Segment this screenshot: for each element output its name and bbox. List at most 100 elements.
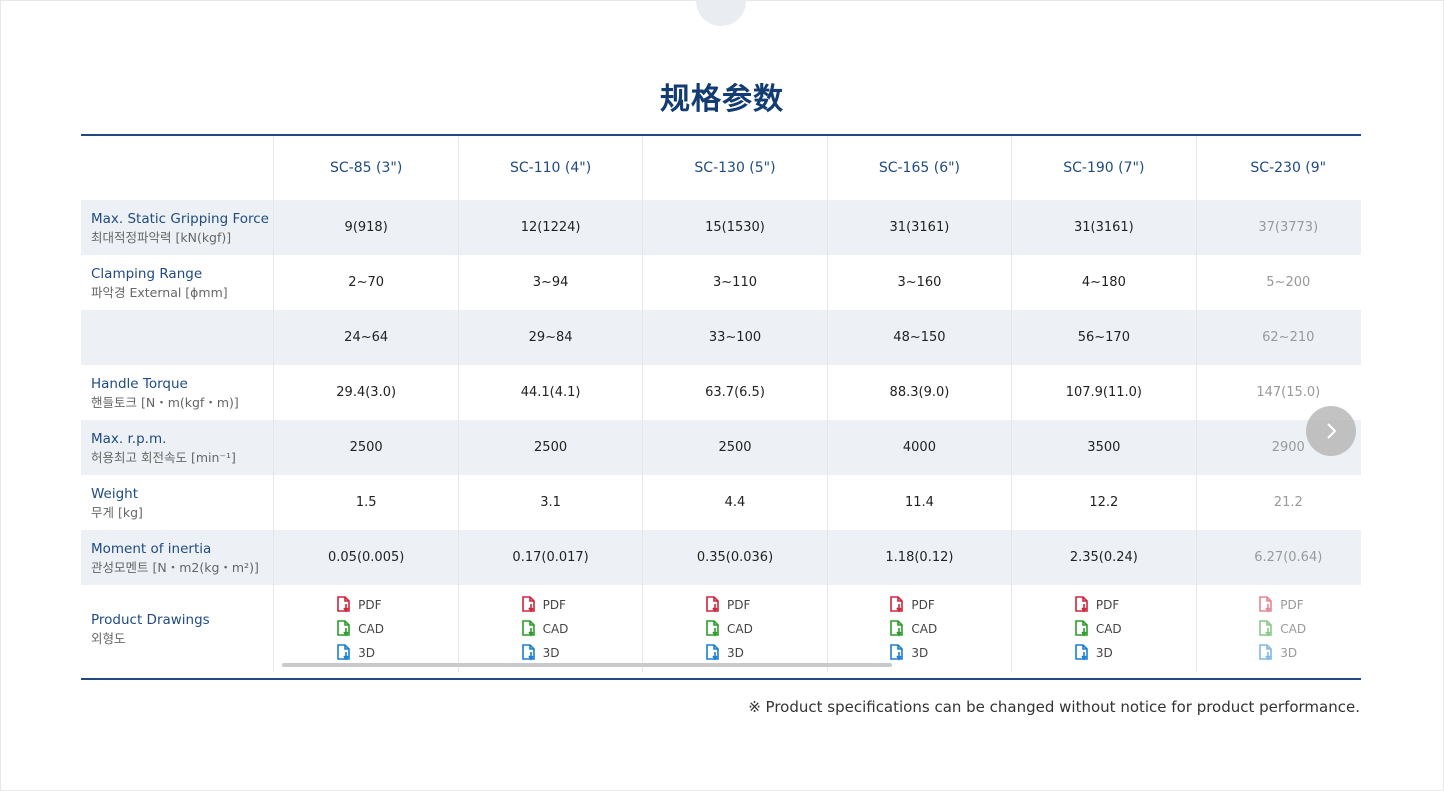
download-pdf-link[interactable]: PDF [1258, 594, 1318, 615]
horizontal-scrollbar[interactable] [282, 663, 892, 667]
download-3d-link[interactable]: 3D [889, 642, 949, 663]
row-label: Handle Torque 핸들토크 [N・m(kgf・m)] [81, 365, 275, 420]
table-cell: 5~200 [1197, 255, 1361, 310]
table-cell: 2500 [274, 420, 459, 475]
row-label: Max. r.p.m. 허용최고 회전속도 [min⁻¹] [81, 420, 275, 475]
table-cell: 88.3(9.0) [828, 365, 1013, 420]
download-pdf-label: PDF [727, 597, 751, 612]
table-cell: 0.05(0.005) [274, 530, 459, 585]
table-cell: 29.4(3.0) [274, 365, 459, 420]
table-cell: 3~160 [828, 255, 1013, 310]
row-label-en: Max. r.p.m. [91, 430, 167, 447]
download-3d-link[interactable]: 3D [336, 642, 396, 663]
drawings-cell: PDF CAD 3D [1197, 585, 1361, 672]
download-pdf-link[interactable]: PDF [705, 594, 765, 615]
table-cell: 31(3161) [828, 200, 1013, 255]
spec-note: ※ Product specifications can be changed … [748, 698, 1360, 716]
table-cell: 48~150 [828, 310, 1013, 365]
download-cad-link[interactable]: CAD [1074, 618, 1134, 639]
row-label: Moment of inertia 관성모멘트 [N・m2(kg・m²)] [81, 530, 275, 585]
download-3d-label: 3D [542, 645, 560, 660]
table-row: Max. Static Gripping Force 최대적정파악력 [kN(kg… [81, 200, 1361, 255]
table-cell: 4~180 [1012, 255, 1197, 310]
download-pdf-link[interactable]: PDF [889, 594, 949, 615]
column-header: SC-190 (7") [1012, 136, 1197, 200]
row-label: Clamping Range 파악경 External [ϕmm] [81, 255, 275, 310]
drawings-cell: PDF CAD 3D [828, 585, 1013, 672]
table-row: Clamping Range 파악경 External [ϕmm] 2~70 3~94… [81, 255, 1361, 310]
table-cell: 3.1 [459, 475, 644, 530]
download-cad-label: CAD [542, 621, 569, 636]
row-label-ko: 무게 [kg] [91, 504, 143, 520]
page-title: 规格参数 [660, 82, 784, 117]
drawings-cell: PDF CAD 3D [1012, 585, 1197, 672]
table-cell: 6.27(0.64) [1197, 530, 1361, 585]
row-label-ko: 관성모멘트 [N・m2(kg・m²)] [91, 559, 259, 575]
table-cell: 3500 [1012, 420, 1197, 475]
table-row: 24~64 29~84 33~100 48~150 56~170 62~210 [81, 310, 1361, 365]
download-pdf-link[interactable]: PDF [336, 594, 396, 615]
download-pdf-link[interactable]: PDF [521, 594, 581, 615]
file-download-pdf-icon [890, 596, 904, 613]
table-cell: 12(1224) [459, 200, 644, 255]
table-row: Weight 무게 [kg] 1.5 3.1 4.4 11.4 12.2 21.2 [81, 475, 1361, 530]
download-3d-label: 3D [727, 645, 744, 660]
download-3d-label: 3D [358, 645, 376, 660]
download-3d-label: 3D [1280, 645, 1298, 660]
download-cad-label: CAD [911, 621, 938, 636]
download-3d-link[interactable]: 3D [705, 642, 765, 663]
drawings-cell: PDF CAD 3D [274, 585, 459, 672]
download-pdf-label: PDF [542, 597, 566, 612]
row-label-en: Product Drawings [91, 611, 210, 628]
download-pdf-link[interactable]: PDF [1074, 594, 1134, 615]
download-cad-label: CAD [1095, 621, 1122, 636]
row-label-ko: 허용최고 회전속도 [min⁻¹] [91, 449, 236, 465]
row-label: Product Drawings 외형도 [81, 585, 275, 672]
download-pdf-label: PDF [1280, 597, 1304, 612]
row-label-en: Max. Static Gripping Force [91, 210, 269, 227]
file-download-3d-icon [337, 644, 350, 661]
table-cell: 21.2 [1197, 475, 1361, 530]
download-3d-link[interactable]: 3D [521, 642, 581, 663]
file-download-cad-icon [706, 620, 719, 637]
table-cell: 62~210 [1197, 310, 1361, 365]
table-cell: 2.35(0.24) [1012, 530, 1197, 585]
next-arrow-button[interactable] [1306, 406, 1356, 456]
download-3d-link[interactable]: 3D [1258, 642, 1318, 663]
file-download-pdf-icon [706, 596, 719, 613]
file-download-3d-icon [1075, 644, 1088, 661]
download-pdf-label: PDF [358, 597, 382, 612]
download-3d-link[interactable]: 3D [1074, 642, 1134, 663]
table-header-row: SC-85 (3") SC-110 (4") SC-130 (5") SC-165 (… [81, 136, 1361, 200]
file-download-cad-icon [337, 620, 350, 637]
row-label: Weight 무게 [kg] [81, 475, 275, 530]
file-download-pdf-icon [521, 596, 535, 613]
table-cell: 2500 [643, 420, 828, 475]
download-pdf-label: PDF [911, 597, 935, 612]
table-cell: 11.4 [828, 475, 1013, 530]
drawings-cell: PDF CAD 3D [459, 585, 644, 672]
row-label: Max. Static Gripping Force 최대적정파악력 [kN(kg… [81, 200, 275, 255]
download-cad-link[interactable]: CAD [1258, 618, 1318, 639]
chevron-right-icon [1327, 423, 1337, 439]
download-cad-link[interactable]: CAD [705, 618, 765, 639]
row-label-ko: 외형도 [91, 630, 126, 646]
table-cell: 1.18(0.12) [828, 530, 1013, 585]
file-download-cad-icon [1075, 620, 1088, 637]
download-cad-link[interactable]: CAD [336, 618, 396, 639]
table-cell: 2~70 [274, 255, 459, 310]
table-cell: 0.35(0.036) [643, 530, 828, 585]
row-label-en: Moment of inertia [91, 540, 212, 557]
table-cell: 0.17(0.017) [459, 530, 644, 585]
table-cell: 12.2 [1012, 475, 1197, 530]
file-download-3d-icon [521, 644, 535, 661]
download-cad-link[interactable]: CAD [889, 618, 949, 639]
table-cell: 56~170 [1012, 310, 1197, 365]
table-row: Handle Torque 핸들토크 [N・m(kgf・m)] 29.4(3.0) 4… [81, 365, 1361, 420]
row-label-en: Weight [91, 485, 139, 502]
table-cell: 3~94 [459, 255, 644, 310]
column-header: SC-130 (5") [643, 136, 828, 200]
spec-table[interactable]: SC-85 (3") SC-110 (4") SC-130 (5") SC-165 (… [81, 134, 1361, 680]
download-cad-link[interactable]: CAD [521, 618, 581, 639]
row-label-en: Clamping Range [91, 265, 203, 282]
